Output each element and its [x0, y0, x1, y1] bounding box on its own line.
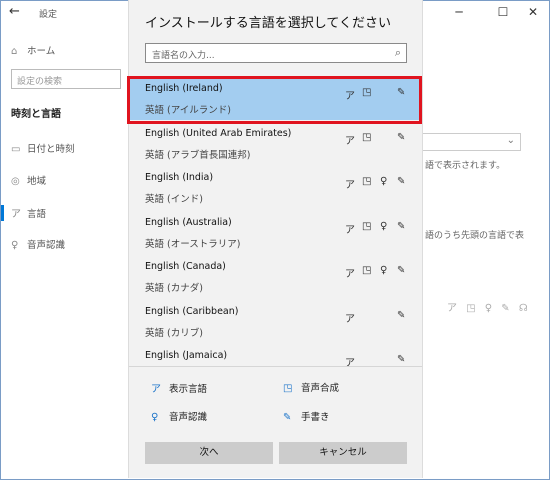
language-name-english: English (United Arab Emirates) [145, 127, 292, 139]
language-list-item[interactable]: English (Canada) 英語 (カナダ) ア ◳ ♀ ✎ [129, 254, 422, 298]
nav-item-label: 日付と時刻 [27, 144, 75, 155]
text-to-speech-icon: ◳ [362, 87, 372, 98]
language-name-japanese: 英語 (アラブ首長国連邦) [145, 149, 251, 161]
language-icon: ア [11, 209, 21, 220]
back-arrow-icon[interactable]: ← [9, 4, 20, 19]
maximize-button[interactable]: ☐ [491, 3, 515, 21]
handwriting-icon: ✎ [397, 220, 406, 232]
language-name-japanese: 英語 (オーストラリア) [145, 238, 241, 250]
legend-tts: ◳ 音声合成 [283, 380, 339, 394]
display-language-icon: ア [345, 135, 355, 147]
close-button[interactable]: ✕ [521, 3, 545, 21]
handwriting-icon: ✎ [397, 309, 406, 321]
language-name-japanese: 英語 (アイルランド) [145, 105, 231, 116]
nav-section-heading: 時刻と言語 [11, 109, 61, 120]
legend-label: 表示言語 [169, 384, 208, 395]
microphone-icon: ♀ [151, 412, 159, 423]
language-list[interactable]: English (Ireland) 英語 (アイルランド) ア ◳ ✎ English (… [129, 74, 422, 366]
legend-label: 音声認識 [169, 412, 208, 423]
nav-item-language[interactable]: ア言語 [11, 205, 46, 220]
minimize-button[interactable]: ─ [447, 3, 471, 21]
nav-home[interactable]: ⌂ ホーム [11, 43, 55, 57]
microphone-icon: ♀ [380, 176, 388, 187]
next-button[interactable]: 次へ [145, 442, 273, 464]
handwriting-icon: ✎ [283, 412, 292, 423]
language-name-japanese: 英語 (インド) [145, 194, 203, 205]
language-list-item[interactable]: English (United Arab Emirates) 英語 (アラブ首長国… [129, 121, 422, 165]
nav-item-region[interactable]: ◎ 地域 [11, 173, 46, 187]
language-name-english: English (Canada) [145, 261, 226, 272]
language-list-item[interactable]: English (Ireland) 英語 (アイルランド) ア ◳ ✎ [129, 76, 422, 120]
legend-speech: ♀ 音声認識 [151, 409, 207, 423]
microphone-icon: ♀ [11, 240, 19, 251]
language-name-english: English (India) [145, 172, 214, 183]
language-list-item[interactable]: English (Caribbean) 英語 (カリブ) ア ✎ [129, 299, 422, 343]
language-list-item[interactable]: English (India) 英語 (インド) ア ◳ ♀ ✎ [129, 165, 422, 209]
handwriting-icon: ✎ [397, 131, 406, 143]
handwriting-icon: ✎ [397, 265, 406, 276]
search-placeholder: 言語名の入力... [152, 51, 215, 61]
text-to-speech-icon: ◳ [362, 220, 372, 232]
window-title: 設定 [39, 10, 58, 20]
language-picker-dialog: インストールする言語を選択してください 言語名の入力... ⌕ English … [128, 0, 423, 478]
globe-icon: ◎ [11, 176, 20, 187]
chevron-down-icon: ⌄ [506, 135, 515, 146]
language-search-input[interactable]: 言語名の入力... ⌕ [145, 43, 407, 63]
language-name-english: English (Jamaica) [145, 350, 228, 361]
language-list-item[interactable]: English (Australia) 英語 (オーストラリア) ア ◳ ♀ ✎ [129, 210, 422, 254]
divider [129, 366, 422, 367]
search-icon: ⌕ [394, 46, 401, 59]
nav-active-indicator [1, 205, 4, 221]
legend-label: 音声合成 [301, 383, 340, 394]
nav-item-label: 音声認識 [27, 240, 66, 251]
nav-item-label: 言語 [27, 209, 47, 220]
background-text: 語で表示されます。 [425, 161, 506, 171]
language-name-japanese: 英語 (カリブ) [145, 327, 203, 339]
display-language-icon: ア [345, 358, 355, 366]
nav-item-speech[interactable]: ♀ 音声認識 [11, 237, 65, 251]
cancel-button[interactable]: キャンセル [279, 442, 407, 464]
dialog-title: インストールする言語を選択してください [145, 16, 391, 31]
settings-search-input[interactable]: 設定の検索 [11, 69, 121, 89]
calendar-icon: ▭ [11, 144, 21, 155]
display-language-icon: ア [345, 269, 355, 280]
text-to-speech-icon: ◳ [362, 265, 372, 276]
display-language-icon: ア [345, 91, 355, 102]
home-icon: ⌂ [11, 46, 18, 57]
language-name-english: English (Caribbean) [145, 305, 239, 317]
nav-home-label: ホーム [27, 46, 56, 57]
microphone-icon: ♀ [380, 265, 388, 276]
background-dropdown[interactable]: ⌄ [421, 133, 521, 151]
legend-handwriting: ✎ 手書き [283, 409, 330, 423]
language-name-english: English (Ireland) [145, 83, 223, 94]
nav-item-label: 地域 [27, 176, 47, 187]
language-name-japanese: 英語 (カナダ) [145, 283, 203, 294]
display-language-icon: ア [345, 180, 355, 191]
language-list-item[interactable]: English (Jamaica) ア ✎ [129, 343, 422, 366]
handwriting-icon: ✎ [397, 87, 406, 98]
text-to-speech-icon: ◳ [362, 176, 372, 187]
text-to-speech-icon: ◳ [362, 131, 372, 143]
language-name-english: English (Australia) [145, 216, 232, 228]
microphone-icon: ♀ [380, 220, 388, 232]
background-feature-icons: ア ◳ ♀ ✎ ☊ [447, 303, 531, 314]
nav-item-date-time[interactable]: ▭ 日付と時刻 [11, 141, 75, 155]
display-language-icon: ア [345, 313, 355, 325]
text-to-speech-icon: ◳ [283, 383, 293, 394]
settings-nav: ⌂ ホーム 設定の検索 時刻と言語 ▭ 日付と時刻 ◎ 地域 ア言語 ♀ 音声認識 [1, 25, 129, 479]
display-language-icon: ア [151, 384, 161, 395]
legend-display-language: ア表示言語 [151, 380, 207, 395]
display-language-icon: ア [345, 224, 355, 236]
background-text: 語のうち先頭の言語で表 [425, 231, 525, 241]
handwriting-icon: ✎ [397, 176, 406, 187]
legend-label: 手書き [301, 412, 330, 423]
handwriting-icon: ✎ [397, 354, 406, 365]
